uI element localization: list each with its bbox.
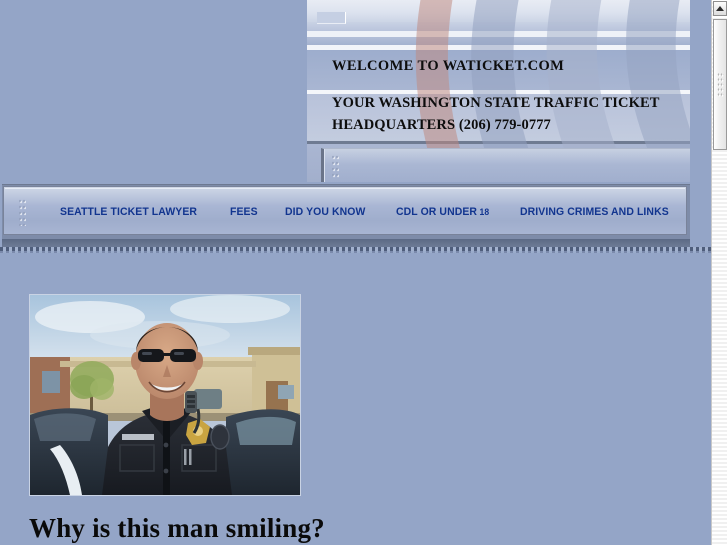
banner-band-4 xyxy=(307,37,690,45)
nav-link-cdl-text: CDL OR UNDER xyxy=(396,205,478,218)
page-headline: Why is this man smiling? xyxy=(29,513,325,543)
banner-band-2 xyxy=(307,22,690,31)
navigation-bar: SEATTLE TICKET LAWYER FEES DID YOU KNOW … xyxy=(3,186,687,235)
nav-link-cdl-or-under-18[interactable]: CDL OR UNDER 18 xyxy=(396,206,489,218)
scroll-up-arrow-icon xyxy=(716,5,724,11)
navigation-links: SEATTLE TICKET LAWYER FEES DID YOU KNOW … xyxy=(60,187,677,236)
dotted-divider-secondary xyxy=(0,251,711,253)
banner-subpanel-grip-handle[interactable] xyxy=(331,154,340,178)
banner-corner-notch xyxy=(317,12,346,24)
nav-link-fees[interactable]: FEES xyxy=(230,206,258,218)
scrollbar-thumb[interactable] xyxy=(713,19,727,150)
page-viewport: WELCOME TO WATICKET.COM YOUR WASHINGTON … xyxy=(0,0,711,545)
navigation-bar-container: SEATTLE TICKET LAWYER FEES DID YOU KNOW … xyxy=(2,184,690,240)
banner-subpanel-inner xyxy=(324,149,690,182)
officer-photo-frame xyxy=(29,294,301,496)
browser-page: WELCOME TO WATICKET.COM YOUR WASHINGTON … xyxy=(0,0,727,545)
nav-link-seattle-ticket-lawyer[interactable]: SEATTLE TICKET LAWYER xyxy=(60,206,197,218)
banner-welcome-heading: WELCOME TO WATICKET.COM xyxy=(332,58,565,74)
banner-band-1 xyxy=(307,0,690,22)
banner-subpanel xyxy=(321,148,690,182)
navbar-grip-handle[interactable] xyxy=(18,198,27,226)
banner-headquarters-heading: YOUR WASHINGTON STATE TRAFFIC TICKET HEA… xyxy=(332,95,660,134)
header-banner: WELCOME TO WATICKET.COM YOUR WASHINGTON … xyxy=(307,0,690,182)
scroll-up-button[interactable] xyxy=(713,1,727,16)
banner-text-block: WELCOME TO WATICKET.COM YOUR WASHINGTON … xyxy=(307,48,690,142)
navbar-drop-shadow xyxy=(2,239,690,247)
scrollbar-thumb-grip-icon xyxy=(717,71,724,98)
nav-link-cdl-age: 18 xyxy=(477,206,490,217)
vertical-scrollbar[interactable] xyxy=(711,0,727,545)
officer-photo xyxy=(30,295,300,495)
nav-link-did-you-know[interactable]: DID YOU KNOW xyxy=(285,206,365,218)
nav-link-driving-crimes-and-links[interactable]: DRIVING CRIMES AND LINKS xyxy=(520,206,669,218)
